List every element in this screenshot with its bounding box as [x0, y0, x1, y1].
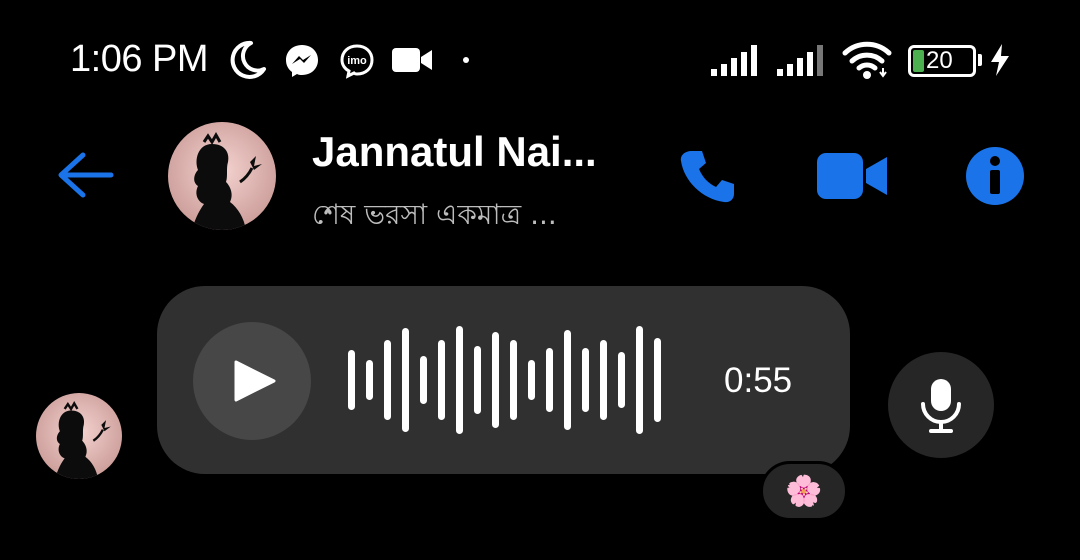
silhouette-avatar-image	[36, 393, 122, 479]
wifi-icon	[842, 41, 892, 79]
microphone-icon	[921, 379, 961, 433]
imo-icon: imo	[340, 44, 374, 79]
voice-duration: 0:55	[724, 361, 793, 400]
messenger-icon	[286, 45, 318, 77]
silhouette-avatar-image	[168, 122, 276, 230]
contact-name[interactable]: Jannatul Nai...	[312, 128, 597, 176]
contact-status: শেষ ভরসা একমাত্র ...	[312, 198, 557, 231]
battery-level: 20	[926, 47, 953, 74]
moon-icon	[230, 40, 266, 79]
battery-fill	[913, 50, 924, 72]
sender-avatar[interactable]	[36, 393, 122, 479]
waveform[interactable]	[340, 322, 670, 438]
status-time: 1:06 PM	[70, 38, 209, 80]
reaction-badge[interactable]: 🌸	[760, 461, 848, 521]
info-icon[interactable]	[965, 146, 1025, 206]
signal-1-icon	[711, 45, 757, 76]
play-icon	[234, 360, 276, 402]
status-bar: 1:06 PM imo 20	[0, 0, 1080, 120]
signal-2-icon	[777, 45, 823, 76]
play-button[interactable]	[193, 322, 311, 440]
back-arrow-icon[interactable]	[55, 150, 115, 200]
dot-icon	[463, 57, 469, 63]
microphone-button[interactable]	[888, 352, 994, 458]
imo-label: imo	[347, 55, 367, 67]
battery-icon: 20	[908, 45, 982, 77]
charging-bolt-icon	[991, 44, 1009, 76]
video-call-icon[interactable]	[816, 152, 888, 200]
phone-call-icon[interactable]	[678, 147, 738, 205]
flower-emoji: 🌸	[785, 474, 823, 508]
video-camera-icon	[392, 48, 432, 72]
contact-avatar[interactable]	[168, 122, 276, 230]
